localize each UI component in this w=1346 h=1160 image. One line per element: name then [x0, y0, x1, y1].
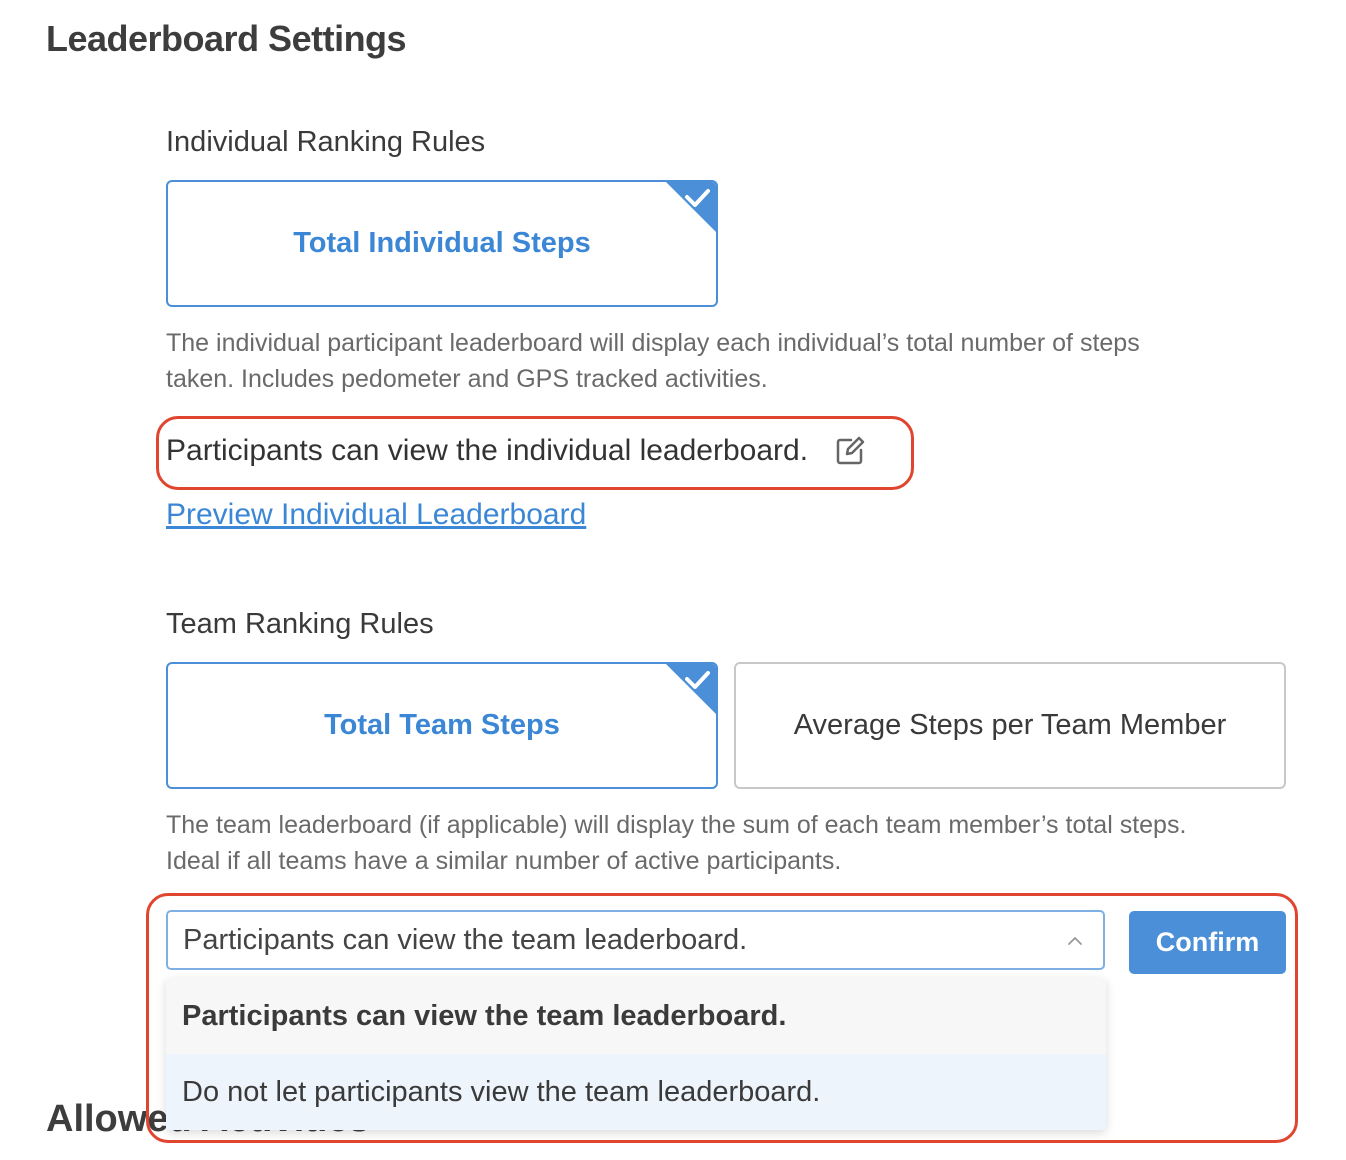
average-steps-per-member-option[interactable]: Average Steps per Team Member — [734, 662, 1286, 789]
total-individual-steps-option[interactable]: Total Individual Steps — [166, 180, 718, 307]
team-visibility-highlight — [146, 893, 1298, 1143]
team-ranking-label: Team Ranking Rules — [166, 608, 434, 640]
checkmark-icon — [666, 182, 716, 232]
team-description: The team leaderboard (if applicable) wil… — [166, 811, 1187, 875]
option-label: Total Team Steps — [324, 709, 560, 741]
option-label: Total Individual Steps — [293, 227, 591, 259]
page-title: Leaderboard Settings — [46, 18, 407, 59]
individual-ranking-label: Individual Ranking Rules — [166, 126, 486, 158]
preview-individual-leaderboard-link[interactable]: Preview Individual Leaderboard — [166, 498, 586, 532]
total-team-steps-option[interactable]: Total Team Steps — [166, 662, 718, 789]
individual-description: The individual participant leaderboard w… — [166, 329, 1140, 393]
checkmark-icon — [666, 664, 716, 714]
individual-visibility-highlight — [156, 416, 914, 490]
option-label: Average Steps per Team Member — [793, 709, 1227, 741]
